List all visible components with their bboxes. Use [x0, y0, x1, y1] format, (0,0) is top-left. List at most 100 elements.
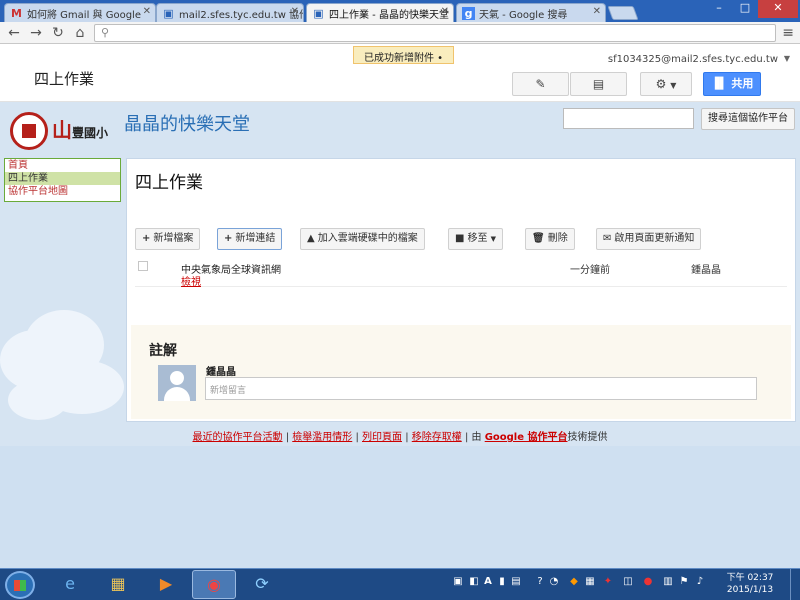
new-page-button[interactable]: ▤: [570, 72, 627, 96]
move-to-label: 移至: [467, 233, 488, 244]
tray-icon[interactable]: ◫: [622, 576, 634, 588]
windows-logo-icon: [14, 580, 26, 591]
flag-icon[interactable]: ⚑: [678, 576, 690, 588]
account-email[interactable]: sf1034325@mail2.sfes.tyc.edu.tw: [608, 54, 778, 65]
browser-tab-active[interactable]: ▣ 四上作業 - 晶晶的快樂天堂 ✕: [306, 3, 454, 22]
avatar-head: [170, 371, 184, 385]
close-icon[interactable]: ✕: [593, 6, 601, 17]
back-icon[interactable]: ←: [6, 25, 22, 41]
window-close-icon[interactable]: ✕: [758, 0, 798, 18]
add-file-button[interactable]: + 新增檔案: [135, 228, 201, 250]
sidebar-item-homework[interactable]: 四上作業: [5, 172, 120, 185]
delete-label: 刪除: [547, 233, 568, 244]
site-footer: 最近的協作平台活動 | 檢舉濫用情形 | 列印頁面 | 移除存取權 | 由 Go…: [0, 428, 800, 443]
tab-title: 四上作業 - 晶晶的快樂天堂: [329, 10, 449, 21]
sidebar-item-home[interactable]: 首頁: [5, 159, 120, 172]
tab-title: mail2.sfes.tyc.edu.tw 協作: [179, 10, 304, 21]
edit-page-button[interactable]: ✎: [512, 72, 569, 96]
site-title[interactable]: 晶晶的快樂天堂: [124, 110, 250, 136]
main-content: 四上作業 + 新增檔案 + 新增連結 ▲ 加入雲端硬碟中的檔案 ■ 移至 ▼ 🗑 刪除 ✉…: [126, 158, 796, 422]
add-link-button[interactable]: + 新增連結: [217, 228, 283, 250]
delete-button[interactable]: 🗑 刪除: [525, 228, 575, 250]
menu-icon[interactable]: ≡: [782, 25, 794, 41]
share-button[interactable]: ▐▌ 共用: [703, 72, 761, 96]
file-checkbox[interactable]: [138, 261, 148, 271]
reload-icon[interactable]: ↻: [50, 25, 66, 41]
site-search-button[interactable]: 搜尋這個協作平台: [701, 108, 795, 130]
site-header: 山 豐國小 晶晶的快樂天堂 搜尋這個協作平台: [0, 102, 800, 158]
print-page-link[interactable]: 列印頁面: [362, 432, 402, 443]
start-button[interactable]: [5, 571, 35, 599]
browser-tab-sites-admin[interactable]: ▣ mail2.sfes.tyc.edu.tw 協作 ✕: [156, 3, 304, 22]
volume-icon[interactable]: ♪: [694, 576, 706, 588]
taskbar-clock[interactable]: 下午 02:37 2015/1/13: [718, 572, 782, 596]
add-from-drive-label: 加入雲端硬碟中的檔案: [317, 233, 418, 244]
mail-icon: ✉: [603, 233, 612, 244]
new-tab-button[interactable]: [607, 6, 639, 20]
google-sites-link[interactable]: Google 協作平台: [485, 432, 568, 443]
browser-tab-google-search[interactable]: g 天氣 - Google 搜尋 ✕: [456, 3, 606, 22]
site-search-input[interactable]: [563, 108, 694, 129]
forward-icon[interactable]: →: [28, 25, 44, 41]
sidebar-nav: 首頁 四上作業 協作平台地圖: [4, 158, 121, 202]
new-page-icon: ▤: [592, 77, 605, 91]
address-bar[interactable]: ⚲: [94, 24, 776, 42]
tray-icon[interactable]: ▮: [496, 576, 508, 588]
tray-icon[interactable]: ▤: [510, 576, 522, 588]
enable-notifications-button[interactable]: ✉ 啟用頁面更新通知: [596, 228, 702, 250]
share-label: 共用: [731, 77, 754, 90]
maximize-icon[interactable]: □: [732, 0, 758, 18]
file-time: 一分鐘前: [570, 265, 610, 276]
file-view-link[interactable]: 檢視: [181, 273, 201, 288]
recent-activity-link[interactable]: 最近的協作平台活動: [193, 432, 283, 443]
tray-icon[interactable]: ◧: [468, 576, 480, 588]
tray-icon[interactable]: ◔: [548, 576, 560, 588]
report-abuse-link[interactable]: 檢舉濫用情形: [292, 432, 352, 443]
sidebar-item-sitemap[interactable]: 協作平台地圖: [5, 185, 120, 198]
show-desktop-button[interactable]: [790, 569, 800, 600]
windows-taskbar: e ▦ ▶ ◉ ⟳ ▣ ◧ A ▮ ▤ ? ◔ ◆ ▦ ✦ ◫ ● ▥ ⚑ ♪ …: [0, 568, 800, 600]
add-file-label: 新增檔案: [153, 233, 194, 244]
remove-access-link[interactable]: 移除存取權: [412, 432, 462, 443]
browser-tab-gmail[interactable]: M 如何將 Gmail 與 Google ✕: [4, 3, 156, 22]
home-icon[interactable]: ⌂: [72, 25, 88, 41]
sites-toolbar: 已成功新增附件 • sf1034325@mail2.sfes.tyc.edu.t…: [0, 44, 800, 102]
school-logo[interactable]: 山 豐國小: [8, 110, 116, 152]
chevron-down-icon: ▼: [670, 81, 677, 90]
explorer-icon[interactable]: ▦: [96, 570, 140, 599]
acrobat-tray-icon[interactable]: ✦: [602, 576, 614, 588]
ie-icon[interactable]: e: [48, 570, 92, 599]
font-tray-icon[interactable]: A: [482, 576, 494, 588]
logo-mountain: 山: [52, 118, 72, 142]
avatar: [158, 365, 196, 401]
minimize-icon[interactable]: –: [706, 0, 732, 18]
school-name: 豐國小: [72, 126, 109, 140]
more-actions-button[interactable]: ⚙ ▼: [640, 72, 692, 96]
comments-heading: 註解: [149, 343, 177, 359]
pdf-tray-icon[interactable]: ▣: [452, 576, 464, 588]
tray-icon[interactable]: ◆: [568, 576, 580, 588]
network-app-icon[interactable]: ⟳: [240, 570, 284, 599]
comment-input[interactable]: 新增留言: [205, 377, 757, 400]
chrome-icon[interactable]: ◉: [192, 570, 236, 599]
footer-by: 由: [471, 432, 482, 443]
close-icon[interactable]: ✕: [441, 6, 449, 17]
folder-icon: ■: [455, 233, 465, 244]
media-player-icon[interactable]: ▶: [144, 570, 188, 599]
school-seal-icon: [10, 112, 48, 150]
add-from-drive-button[interactable]: ▲ 加入雲端硬碟中的檔案: [300, 228, 425, 250]
network-icon[interactable]: ▥: [662, 576, 674, 588]
close-icon[interactable]: ✕: [143, 6, 151, 17]
clock-date: 2015/1/13: [726, 585, 774, 595]
tab-title: 如何將 Gmail 與 Google: [27, 10, 141, 21]
close-icon[interactable]: ✕: [291, 6, 299, 17]
help-tray-icon[interactable]: ?: [534, 576, 546, 588]
move-to-button[interactable]: ■ 移至 ▼: [448, 228, 504, 250]
search-icon: ⚲: [101, 26, 110, 39]
chevron-down-icon: ▼: [490, 235, 497, 243]
enable-notifications-label: 啟用頁面更新通知: [614, 233, 695, 244]
sites-icon: ▣: [313, 7, 324, 20]
chevron-down-icon[interactable]: ▼: [784, 54, 790, 63]
tray-icon[interactable]: ▦: [584, 576, 596, 588]
tray-icon[interactable]: ●: [642, 576, 654, 588]
